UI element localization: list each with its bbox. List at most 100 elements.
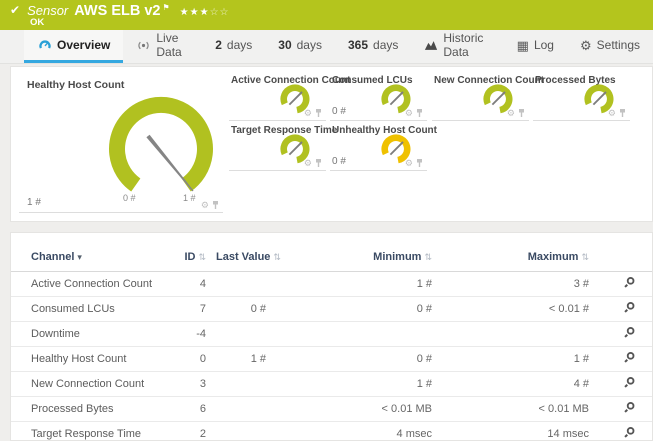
healthy-host-count-gauge <box>109 97 213 192</box>
sort-desc-icon: ▾ <box>77 252 82 262</box>
pin-icon[interactable] <box>518 108 525 118</box>
channel-id-cell: 0 <box>176 346 216 372</box>
channel-last-value-cell: 0 # <box>216 296 276 322</box>
channel-maximum-cell: < 0.01 # <box>442 296 599 322</box>
channel-name-cell[interactable]: Downtime <box>11 321 176 347</box>
table-row: Downtime -4 <box>11 321 652 347</box>
tab-number: 2 <box>215 38 222 52</box>
pin-icon[interactable] <box>212 200 219 210</box>
gauges-panel: Healthy Host Count 0 # 1 # 1 # ⚙ Active … <box>10 66 653 222</box>
tab-number: 365 <box>347 38 369 52</box>
sensor-title: AWS ELB v2 <box>74 3 161 19</box>
gauge-scale-min: 0 # <box>123 193 136 203</box>
gear-icon: ⚙ <box>579 37 592 53</box>
table-header-row: Channel ▾ ID ⇅ Last Value ⇅ Minimum ⇅ Maximu… <box>11 243 652 272</box>
channel-name-cell[interactable]: Processed Bytes <box>11 396 176 422</box>
channel-minimum-cell: 0 # <box>276 346 442 372</box>
column-header-maximum[interactable]: Maximum ⇅ <box>442 243 599 272</box>
channel-name-cell[interactable]: Target Response Time <box>11 421 176 441</box>
channel-name-cell[interactable]: Active Connection Count <box>11 271 176 297</box>
tab-overview[interactable]: Overview <box>24 30 124 63</box>
tab-365-days[interactable]: 365 days <box>335 30 411 63</box>
gauge-settings-gear-icon[interactable]: ⚙ <box>507 108 515 118</box>
pin-icon[interactable] <box>315 108 322 118</box>
tab-label: Live Data <box>156 31 182 59</box>
gauge-tile-healthy-host-count[interactable]: Healthy Host Count 0 # 1 # 1 # ⚙ <box>19 73 223 213</box>
gauge-needle <box>592 91 607 106</box>
channel-table: Channel ▾ ID ⇅ Last Value ⇅ Minimum ⇅ Maximu… <box>11 243 652 441</box>
column-header-minimum[interactable]: Minimum ⇅ <box>276 243 442 272</box>
gauge-tile-unhealthy-host-count[interactable]: Unhealthy Host Count 0 # ⚙ <box>330 125 437 171</box>
gauge-last-value: 0 # <box>332 106 346 117</box>
gauge-settings-gear-icon[interactable]: ⚙ <box>201 200 209 210</box>
channel-minimum-cell: 4 msec <box>276 421 442 441</box>
column-header-actions <box>599 243 652 272</box>
object-kind-label: Sensor <box>27 3 69 18</box>
tab-label: days <box>373 38 399 52</box>
gauge-tile-target-response-time[interactable]: Target Response Time ⚙ <box>229 125 337 171</box>
priority-stars[interactable]: ★★★☆☆ <box>180 7 230 18</box>
gauge-settings-gear-icon[interactable]: ⚙ <box>405 108 413 118</box>
column-header-last-value[interactable]: Last Value ⇅ <box>216 243 281 272</box>
channel-settings-icon[interactable] <box>623 351 636 364</box>
gauge-settings-gear-icon[interactable]: ⚙ <box>405 158 413 168</box>
table-row: New Connection Count 3 1 # 4 # <box>11 371 652 397</box>
channel-table-panel: Channel ▾ ID ⇅ Last Value ⇅ Minimum ⇅ Maximu… <box>10 232 653 441</box>
channel-settings-icon[interactable] <box>623 276 636 289</box>
channel-settings-icon[interactable] <box>623 326 636 339</box>
channel-settings-icon[interactable] <box>623 426 636 439</box>
pin-icon[interactable] <box>416 158 423 168</box>
channel-id-cell: 2 <box>176 421 216 441</box>
gauge-tile-active-connection-count[interactable]: Active Connection Count ⚙ <box>229 75 350 121</box>
gauge-needle <box>389 141 404 156</box>
table-row: Active Connection Count 4 1 # 3 # <box>11 271 652 297</box>
channel-settings-icon[interactable] <box>623 301 636 314</box>
gauge-tile-consumed-lcus[interactable]: Consumed LCUs 0 # ⚙ <box>330 75 427 121</box>
sort-icon: ⇅ <box>581 252 589 262</box>
table-row: Consumed LCUs 7 0 # 0 # < 0.01 # <box>11 296 652 322</box>
channel-id-cell: 4 <box>176 271 216 297</box>
channel-settings-icon[interactable] <box>623 376 636 389</box>
gauge-settings-gear-icon[interactable]: ⚙ <box>608 108 616 118</box>
channel-minimum-cell <box>276 321 442 347</box>
gauge-tile-processed-bytes[interactable]: Processed Bytes ⚙ <box>533 75 630 121</box>
pin-icon[interactable] <box>315 158 322 168</box>
channel-last-value-cell <box>216 271 276 297</box>
column-header-channel[interactable]: Channel ▾ <box>11 243 176 272</box>
tab-settings[interactable]: ⚙ Settings <box>567 30 653 63</box>
channel-settings-icon[interactable] <box>623 401 636 414</box>
channel-name-cell[interactable]: Consumed LCUs <box>11 296 176 322</box>
broadcast-icon <box>136 38 151 53</box>
gauge-needle <box>389 91 404 106</box>
channel-maximum-cell: 1 # <box>442 346 599 372</box>
channel-name-cell[interactable]: Healthy Host Count <box>11 346 176 372</box>
channel-minimum-cell: 0 # <box>276 296 442 322</box>
gauge-needle <box>288 141 303 156</box>
gauge-needle <box>491 91 506 106</box>
tab-live-data[interactable]: Live Data <box>123 30 202 63</box>
overview-gauge-icon <box>37 38 52 53</box>
channel-minimum-cell: < 0.01 MB <box>276 396 442 422</box>
column-header-id[interactable]: ID ⇅ <box>176 243 216 272</box>
channel-maximum-cell: 4 # <box>442 371 599 397</box>
sort-icon: ⇅ <box>273 252 281 262</box>
pin-icon[interactable] <box>619 108 626 118</box>
tab-log[interactable]: ▦ Log <box>504 30 567 63</box>
gauge-last-value: 1 # <box>27 197 41 208</box>
pin-icon[interactable] <box>416 108 423 118</box>
channel-name-cell[interactable]: New Connection Count <box>11 371 176 397</box>
historic-chart-icon <box>424 38 438 53</box>
channel-maximum-cell: < 0.01 MB <box>442 396 599 422</box>
gauge-settings-gear-icon[interactable]: ⚙ <box>304 158 312 168</box>
gauge-tile-new-connection-count[interactable]: New Connection Count ⚙ <box>432 75 544 121</box>
channel-maximum-cell: 14 msec <box>442 421 599 441</box>
tab-30-days[interactable]: 30 days <box>265 30 335 63</box>
status-check-icon: ✔ <box>10 3 21 17</box>
priority-flag-icon[interactable]: ⚑ <box>162 3 169 12</box>
sensor-status-header: ✔ Sensor AWS ELB v2 ⚑ ★★★☆☆ OK <box>0 0 653 30</box>
channel-last-value-cell <box>216 396 276 422</box>
channel-id-cell: 7 <box>176 296 216 322</box>
tab-2-days[interactable]: 2 days <box>202 30 265 63</box>
gauge-settings-gear-icon[interactable]: ⚙ <box>304 108 312 118</box>
tab-historic-data[interactable]: Historic Data <box>411 30 503 63</box>
